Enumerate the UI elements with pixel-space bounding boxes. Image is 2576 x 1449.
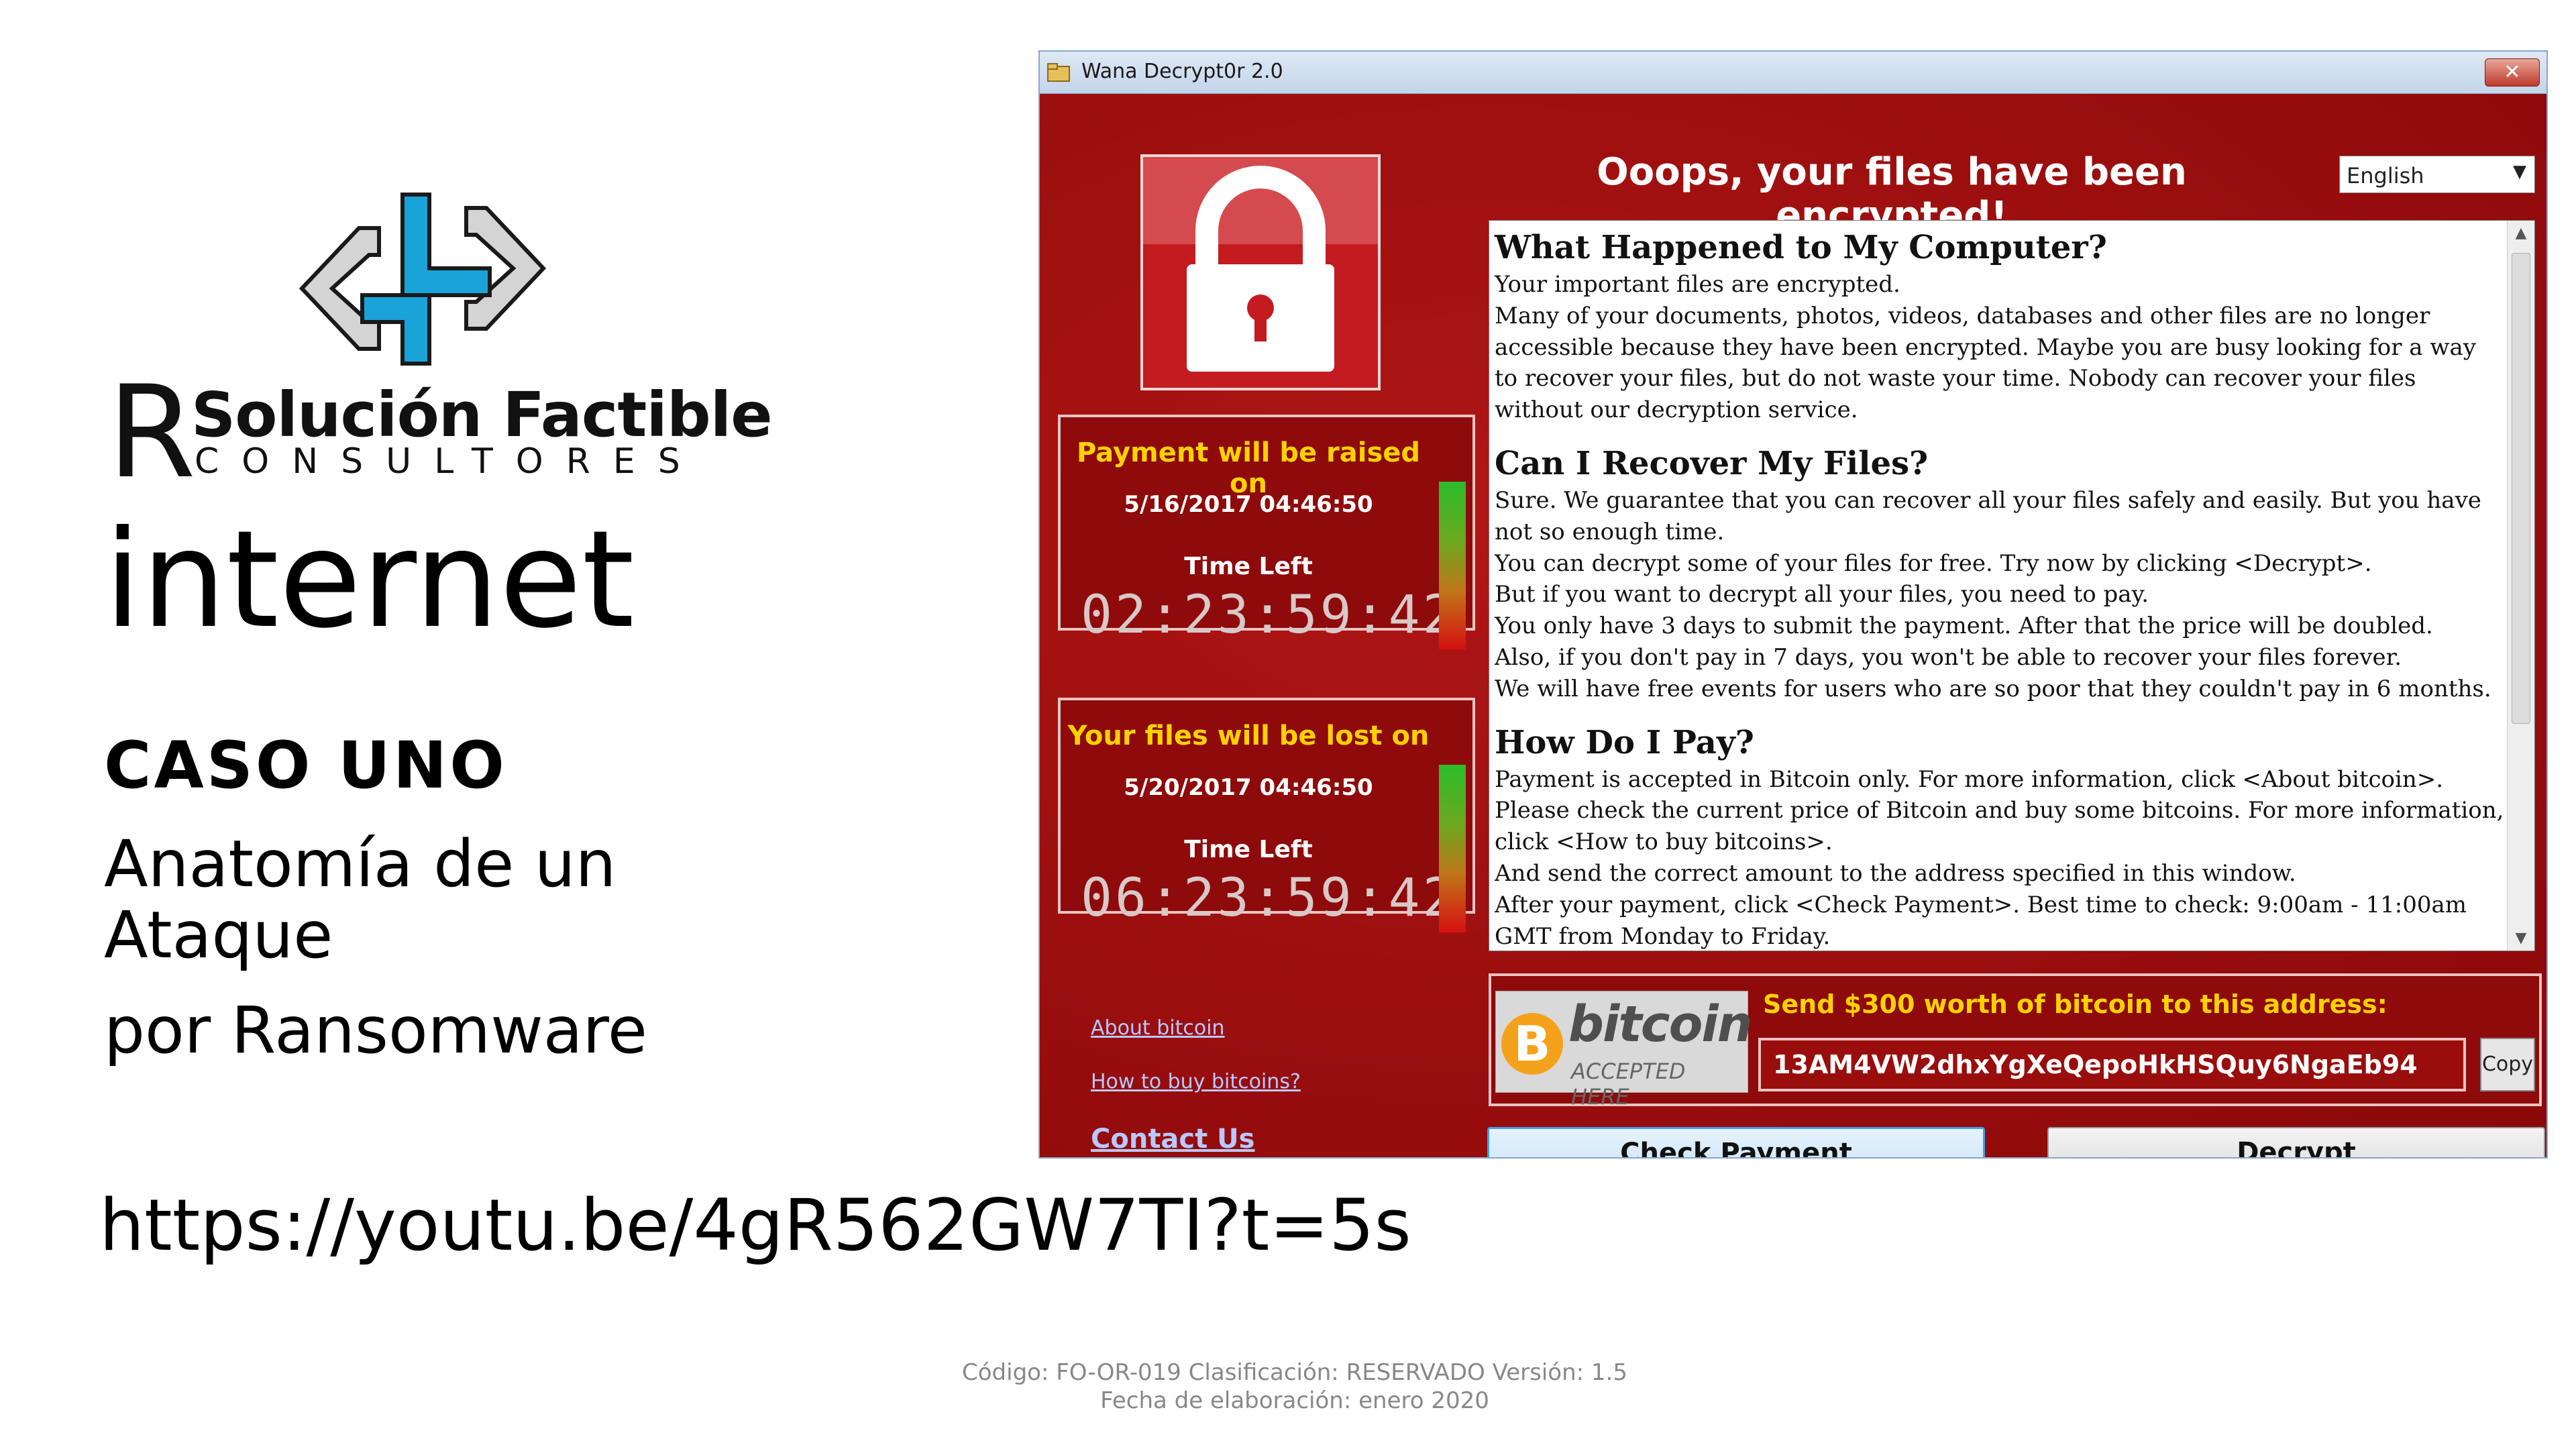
section-how-do-i-pay: How Do I Pay? Payment is accepted in Bit… xyxy=(1495,722,2504,951)
bitcoin-accepted-text: ACCEPTED HERE xyxy=(1571,1059,1686,1110)
timer1-progress-bar xyxy=(1439,482,1466,649)
footer-line2: Fecha de elaboración: enero 2020 xyxy=(1100,1387,1489,1414)
section-line: You can decrypt some of your files for f… xyxy=(1495,549,2372,577)
window-titlebar[interactable]: Wana Decrypt0r 2.0 ✕ xyxy=(1040,52,2546,94)
how-to-buy-bitcoins-link[interactable]: How to buy bitcoins? xyxy=(1091,1070,1301,1093)
decrypt-button[interactable]: Decrypt xyxy=(2047,1127,2545,1157)
scrollbar-thumb[interactable] xyxy=(2512,253,2530,724)
window-body: Payment will be raised on 5/16/2017 04:4… xyxy=(1040,94,2546,1157)
company-logo: R Solución Factible CONSULTORES xyxy=(107,188,773,506)
window-title: Wana Decrypt0r 2.0 xyxy=(1081,60,1283,83)
ransom-note-content: What Happened to My Computer? Your impor… xyxy=(1495,227,2504,951)
contact-us-link-wrap: Contact Us xyxy=(1091,1124,1254,1155)
contact-us-link[interactable]: Contact Us xyxy=(1091,1124,1254,1155)
section-heading: What Happened to My Computer? xyxy=(1495,229,2107,266)
slide-footer: Código: FO-OR-019 Clasificación: RESERVA… xyxy=(872,1358,1717,1415)
app-folder-icon xyxy=(1047,63,1070,82)
bitcoin-wordmark: bitcoin xyxy=(1568,996,1752,1053)
payment-panel: B bitcoin ACCEPTED HERE Send $300 worth … xyxy=(1489,973,2542,1110)
ransomware-window: Wana Decrypt0r 2.0 ✕ Payment will be rai… xyxy=(1038,50,2548,1159)
section-line: Also, if you don't pay in 7 days, you wo… xyxy=(1495,643,2402,671)
vertical-scrollbar[interactable]: ▲ ▼ xyxy=(2507,221,2534,951)
section-can-i-recover: Can I Recover My Files? Sure. We guarant… xyxy=(1495,443,2504,705)
timer1-date: 5/16/2017 04:46:50 xyxy=(1124,491,1373,518)
footer-line1: Código: FO-OR-019 Clasificación: RESERVA… xyxy=(962,1359,1627,1386)
slide-title: internet xyxy=(104,502,635,658)
timer2-progress-bar xyxy=(1439,765,1466,932)
files-lost-timer: Your files will be lost on 5/20/2017 04:… xyxy=(1058,698,1475,932)
chevron-down-icon: ▼ xyxy=(2513,162,2526,182)
video-url-link[interactable]: https://youtu.be/4gR562GW7TI?t=5s xyxy=(99,1184,1411,1267)
timer2-time-left-label: Time Left xyxy=(1184,836,1313,863)
timer2-date: 5/20/2017 04:46:50 xyxy=(1124,774,1373,801)
logo-subtitle: CONSULTORES xyxy=(195,441,703,482)
payment-raise-timer: Payment will be raised on 5/16/2017 04:4… xyxy=(1058,415,1475,649)
section-line: And send the correct amount to the addre… xyxy=(1495,859,2296,887)
timer1-countdown: 02:23:59:42 xyxy=(1081,585,1457,645)
scroll-up-icon[interactable]: ▲ xyxy=(2508,225,2534,241)
logo-letter: R xyxy=(107,358,197,506)
arrows-logo-icon xyxy=(299,193,547,366)
section-heading: Can I Recover My Files? xyxy=(1495,444,1929,482)
section-line: But if you want to decrypt all your file… xyxy=(1495,581,2149,608)
ransom-note-panel[interactable]: What Happened to My Computer? Your impor… xyxy=(1489,220,2535,951)
padlock-graphic xyxy=(1143,157,1378,372)
check-payment-button[interactable]: Check Payment xyxy=(1487,1127,1985,1157)
timer2-label: Your files will be lost on xyxy=(1067,720,1430,751)
send-amount-label: Send $300 worth of bitcoin to this addre… xyxy=(1763,989,2387,1019)
logo-name: Solución Factible xyxy=(191,379,773,451)
close-button[interactable]: ✕ xyxy=(2485,58,2540,87)
section-line: Your important files are encrypted. xyxy=(1495,271,1900,298)
case-heading: CASO UNO xyxy=(104,728,507,803)
section-line: You only have 3 days to submit the payme… xyxy=(1495,612,2433,640)
timer2-countdown: 06:23:59:42 xyxy=(1081,868,1457,928)
language-select[interactable]: English ▼ xyxy=(2339,156,2535,193)
section-line: We will have free events for users who a… xyxy=(1495,675,2491,702)
how-to-buy-link-wrap: How to buy bitcoins? xyxy=(1091,1070,1301,1093)
bitcoin-accepted-logo: B bitcoin ACCEPTED HERE xyxy=(1495,991,1752,1110)
timer1-label: Payment will be raised on xyxy=(1076,437,1421,499)
section-line: Sure. We guarantee that you can recover … xyxy=(1495,486,2481,545)
section-what-happened: What Happened to My Computer? Your impor… xyxy=(1495,227,2504,426)
about-bitcoin-link[interactable]: About bitcoin xyxy=(1091,1016,1225,1040)
section-line: Many of your documents, photos, videos, … xyxy=(1495,302,2476,424)
scroll-down-icon[interactable]: ▼ xyxy=(2508,930,2534,947)
slide-subtitle-line1: Anatomía de un Ataque xyxy=(104,826,616,973)
language-value: English xyxy=(2347,163,2424,189)
section-line: Payment is accepted in Bitcoin only. For… xyxy=(1495,765,2444,793)
bitcoin-coin-icon: B xyxy=(1501,1013,1563,1075)
padlock-icon xyxy=(1140,154,1381,390)
bitcoin-address-field[interactable]: 13AM4VW2dhxYgXeQepoHkHSQuy6NgaEb94 xyxy=(1758,1038,2466,1091)
section-heading: How Do I Pay? xyxy=(1495,723,1754,761)
about-bitcoin-link-wrap: About bitcoin xyxy=(1091,1016,1225,1040)
slide-subtitle-line2: por Ransomware xyxy=(104,993,647,1068)
timer1-time-left-label: Time Left xyxy=(1184,553,1313,580)
section-line: GMT from Monday to Friday. xyxy=(1495,922,1831,950)
section-line: Please check the current price of Bitcoi… xyxy=(1495,797,2504,856)
section-line: After your payment, click <Check Payment… xyxy=(1495,891,2467,918)
copy-address-button[interactable]: Copy xyxy=(2480,1038,2535,1091)
